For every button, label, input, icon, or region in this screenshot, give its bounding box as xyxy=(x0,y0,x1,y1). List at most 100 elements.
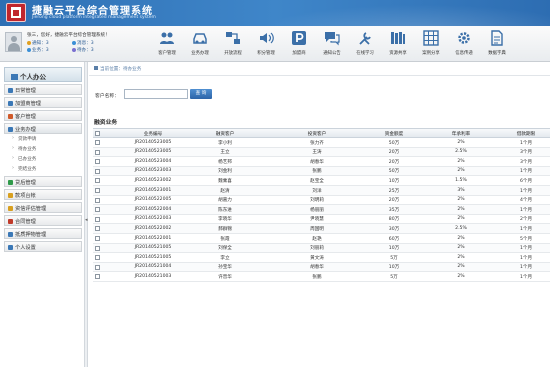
cell-business-no: JR20140522004 xyxy=(134,206,172,212)
row-checkbox[interactable] xyxy=(95,159,100,165)
table-row[interactable]: JR20140523005 李小利 张力齐 50万 2% 1个月 xyxy=(93,138,550,148)
row-checkbox[interactable] xyxy=(95,207,100,213)
post-loan-icon xyxy=(8,179,13,185)
nav-customer-management[interactable]: 客户管理 xyxy=(152,28,182,60)
table-row[interactable]: JR20140523003 刘金利 张鹏 50万 2% 1个月 xyxy=(93,166,550,177)
table-row[interactable]: JR20140521003 许晋华 张鹏 5万 2% 1个月 xyxy=(93,272,550,282)
cell-business-no: JR20140522002 xyxy=(134,225,172,231)
table-row[interactable]: JR20140522005 胡嘉力 刘明莉 20万 2% 4个月 xyxy=(93,196,550,206)
table-row[interactable]: JR20140522002 郝群锦 周国明 30万 2.5% 1个月 xyxy=(93,224,550,234)
table-row[interactable]: JR20140522004 陈东进 杨丽丽 35万 2% 1个月 xyxy=(93,205,550,215)
cell-investor: 刘洋 xyxy=(312,188,322,194)
row-checkbox[interactable] xyxy=(95,178,100,184)
nav-info-transfer[interactable]: 信息传递 xyxy=(449,28,479,60)
row-checkbox[interactable] xyxy=(95,245,100,251)
cell-amount: 5万 xyxy=(390,255,398,261)
notice-count[interactable]: 通知：3 xyxy=(27,40,49,46)
sidebar-header[interactable]: 个人办公 xyxy=(4,67,82,82)
header-rate[interactable]: 年承利率 xyxy=(436,131,486,137)
cell-amount: 20万 xyxy=(388,159,400,165)
nav-open-process[interactable]: 开放流程 xyxy=(218,28,248,60)
cell-finance-customer: 刘金利 xyxy=(218,169,232,175)
row-checkbox[interactable] xyxy=(95,197,100,203)
cell-rate: 2% xyxy=(457,197,465,203)
cell-investor: 刘丽莉 xyxy=(310,246,324,252)
header-investor[interactable]: 投资客户 xyxy=(289,131,345,137)
breadcrumb: 当前位置：待办业务 xyxy=(89,66,550,76)
search-button[interactable]: 查 询 xyxy=(190,89,212,99)
sidebar-splitter[interactable]: ◂ xyxy=(84,62,88,367)
row-checkbox[interactable] xyxy=(95,255,100,261)
sidebar-item-contract[interactable]: 合同管理 xyxy=(4,215,82,226)
row-checkbox[interactable] xyxy=(95,235,100,241)
sidebar-item-customer[interactable]: 客户管理 xyxy=(4,110,82,121)
row-checkbox[interactable] xyxy=(95,187,100,193)
row-checkbox[interactable] xyxy=(95,149,100,155)
sidebar-item-franchisee[interactable]: 加盟商管理 xyxy=(4,97,82,108)
todo-count[interactable]: 待办：3 xyxy=(72,47,94,53)
sidebar-item-post-loan[interactable]: 贷后管理 xyxy=(4,176,82,187)
cell-business-no: JR20140523005 xyxy=(134,139,172,145)
sidebar-sub-loan-apply[interactable]: 贷款申请 xyxy=(4,134,82,144)
nav-data-dictionary[interactable]: 数据字典 xyxy=(482,28,512,60)
header-term[interactable]: 借款期限 xyxy=(505,131,547,137)
notice-icon xyxy=(27,40,31,45)
cell-term: 1个月 xyxy=(519,140,533,146)
collapse-arrow-icon[interactable]: ◂ xyxy=(85,217,88,223)
table-row[interactable]: JR20140523002 魏乘喜 赵宝全 10万 1.5% 6个月 xyxy=(93,176,550,186)
business-count[interactable]: 业务：3 xyxy=(27,47,49,53)
sidebar-sub-done[interactable]: 已办业务 xyxy=(4,154,82,164)
table-row[interactable]: JR20140522001 张霞 赵艳 60万 2% 5个月 xyxy=(93,234,550,244)
row-checkbox[interactable] xyxy=(95,274,100,280)
sidebar-item-settings[interactable]: 个人设置 xyxy=(4,241,82,252)
office-icon xyxy=(11,73,18,80)
sidebar-item-business[interactable]: 业务办理 xyxy=(4,123,82,134)
cell-term: 3个月 xyxy=(519,159,533,165)
nav-resources[interactable]: 资源共享 xyxy=(383,28,413,60)
select-all-checkbox[interactable] xyxy=(95,131,100,136)
row-checkbox[interactable] xyxy=(95,168,100,174)
nav-learning[interactable]: 在线学习 xyxy=(350,28,380,60)
header-business-no[interactable]: 业务编号 xyxy=(121,131,185,137)
table-row[interactable]: JR20140523004 杨艺邦 胡春华 20万 2% 3个月 xyxy=(93,157,550,167)
header-amount[interactable]: 资金额度 xyxy=(375,131,413,137)
nav-points[interactable]: 积分管理 xyxy=(251,28,281,60)
sidebar-sub-completed[interactable]: 完结业务 xyxy=(4,164,82,174)
cell-business-no: JR20140521003 xyxy=(134,273,172,279)
header-finance-customer[interactable]: 融资客户 xyxy=(200,131,250,137)
cell-business-no: JR20140523004 xyxy=(134,158,172,164)
cell-investor: 张鹏 xyxy=(312,274,322,280)
table-row[interactable]: JR20140523005 王立 王涛 20万 2.5% 3个月 xyxy=(93,147,550,158)
table-row[interactable]: JR20140521005 李立 黄文涛 5万 2% 1个月 xyxy=(93,253,550,263)
nav-notices[interactable]: 通知公告 xyxy=(317,28,347,60)
cell-finance-customer: 胡嘉力 xyxy=(218,198,232,204)
main-content: 当前位置：待办业务 客户名称： 查 询 融资业务 业务编号 融资客户 投资客户 … xyxy=(89,62,550,367)
row-checkbox[interactable] xyxy=(95,226,100,232)
row-checkbox[interactable] xyxy=(95,140,100,145)
sidebar-item-credit[interactable]: 资信评估管理 xyxy=(4,202,82,213)
cell-rate: 2% xyxy=(457,158,465,164)
table-row[interactable]: JR20140521005 刘保全 刘丽莉 10万 2% 1个月 xyxy=(93,243,550,254)
table-row[interactable]: JR20140522003 李晓华 尹晓慧 80万 2% 2个月 xyxy=(93,215,550,225)
nav-cases[interactable]: 案例分享 xyxy=(416,28,446,60)
sidebar-item-ledger[interactable]: 款项台帐 xyxy=(4,189,82,200)
cell-rate: 2% xyxy=(457,206,465,212)
financing-table: 业务编号 融资客户 投资客户 资金额度 年承利率 借款期限 JR20140523… xyxy=(93,128,550,282)
table-row[interactable]: JR20140523001 赵清 刘洋 25万 3% 1个月 xyxy=(93,185,550,196)
sidebar-item-daily[interactable]: 日常管理 xyxy=(4,84,82,95)
message-count[interactable]: 消息：3 xyxy=(72,40,94,46)
cell-business-no: JR20140521005 xyxy=(134,245,172,251)
nav-business[interactable]: 业务办理 xyxy=(185,28,215,60)
avatar[interactable] xyxy=(5,32,22,52)
table-row[interactable]: JR20140521004 孙宝华 胡春华 10万 2% 1个月 xyxy=(93,262,550,273)
row-checkbox[interactable] xyxy=(95,216,100,222)
sidebar-sub-pending[interactable]: 待办业务 xyxy=(4,144,82,154)
cell-amount: 50万 xyxy=(388,169,400,175)
customer-name-input[interactable] xyxy=(124,89,188,99)
cell-investor: 张力齐 xyxy=(310,140,324,146)
cell-investor: 刘明莉 xyxy=(310,198,324,204)
cell-term: 1个月 xyxy=(519,188,533,194)
row-checkbox[interactable] xyxy=(95,264,100,270)
sidebar-item-collateral[interactable]: 抵质押物管理 xyxy=(4,228,82,239)
nav-franchisee[interactable]: 加盟商 xyxy=(284,28,314,60)
